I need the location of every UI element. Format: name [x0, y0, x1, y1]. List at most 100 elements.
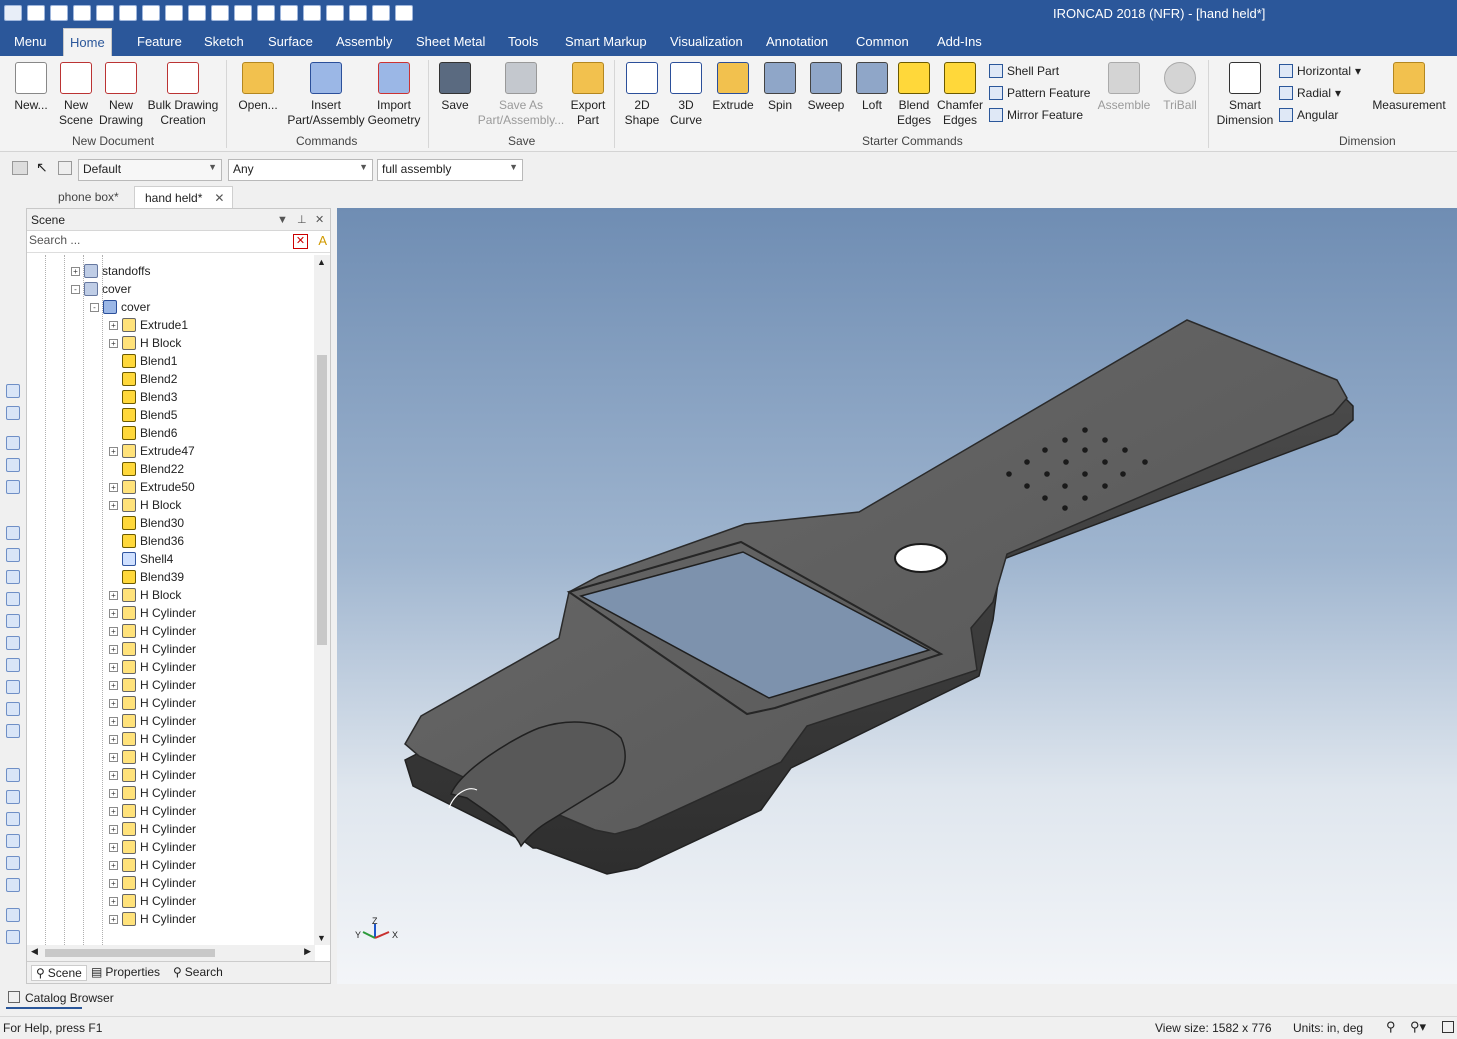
chamfer-edges-button[interactable]: Chamfer Edges [936, 62, 984, 128]
tree-item[interactable]: + H Block [109, 586, 181, 604]
tree-item[interactable]: + H Cylinder [109, 622, 196, 640]
tree-item[interactable]: Blend39 [109, 568, 184, 586]
sweep-button[interactable]: Sweep [804, 62, 848, 113]
catalog-browser-label[interactable]: Catalog Browser [25, 991, 114, 1005]
expand-icon[interactable]: + [109, 752, 118, 762]
tree-item[interactable]: + H Cylinder [109, 658, 196, 676]
tree-item[interactable]: + H Block [109, 334, 181, 352]
expand-icon[interactable]: + [109, 338, 118, 348]
scope-combo[interactable]: full assembly ▼ [377, 159, 523, 181]
tab-home[interactable]: Home [63, 28, 112, 56]
expand-icon[interactable]: + [109, 824, 118, 834]
insert-part-button[interactable]: Insert Part/Assembly [286, 62, 366, 128]
triball-button[interactable]: TriBall [1158, 62, 1202, 113]
tree-item[interactable]: + H Cylinder [109, 910, 196, 928]
scroll-right-icon[interactable]: ▶ [304, 946, 311, 957]
pin-icon[interactable]: ⊥ [297, 209, 307, 231]
measure-icon[interactable] [6, 790, 20, 804]
expand-icon[interactable]: + [109, 626, 118, 636]
open-button[interactable]: Open... [236, 62, 280, 113]
tree-item[interactable]: Blend2 [109, 370, 177, 388]
panel-icon[interactable] [349, 5, 367, 21]
tree-item[interactable]: + H Cylinder [109, 802, 196, 820]
3d-curve-button[interactable]: 3D Curve [664, 62, 708, 128]
open-icon[interactable] [119, 5, 137, 21]
tab-menu[interactable]: Menu [8, 28, 53, 56]
bulk-drawing-button[interactable]: Bulk Drawing Creation [146, 62, 220, 128]
expand-icon[interactable]: + [109, 914, 118, 924]
expand-icon[interactable]: + [109, 878, 118, 888]
expand-icon[interactable]: + [109, 320, 118, 330]
expand-icon[interactable]: + [71, 266, 80, 276]
tree-item[interactable]: + Extrude50 [109, 478, 195, 496]
block-icon[interactable] [6, 592, 20, 606]
block-icon[interactable] [6, 570, 20, 584]
new-drawing-button[interactable]: New Drawing [98, 62, 144, 128]
tree-item[interactable]: + H Cylinder [109, 712, 196, 730]
assembly-icon[interactable] [211, 5, 229, 21]
save-all-icon[interactable] [165, 5, 183, 21]
zoom-options-icon[interactable]: ⚲▾ [1410, 1019, 1426, 1035]
measure-icon[interactable] [6, 930, 20, 944]
expand-icon[interactable]: + [109, 608, 118, 618]
assemble-button[interactable]: Assemble [1096, 62, 1152, 113]
expand-icon[interactable]: + [109, 698, 118, 708]
tree-item[interactable]: Blend3 [109, 388, 177, 406]
redo-icon[interactable] [257, 5, 275, 21]
smart-dimension-button[interactable]: Smart Dimension [1214, 62, 1276, 128]
tab-surface[interactable]: Surface [262, 28, 319, 56]
new-drawing-icon[interactable] [50, 5, 68, 21]
radial-button[interactable]: Radial ▾ [1279, 86, 1341, 100]
new-scene-icon[interactable] [73, 5, 91, 21]
tab-add-ins[interactable]: Add-Ins [931, 28, 988, 56]
block-icon[interactable] [6, 526, 20, 540]
measure-icon[interactable] [6, 878, 20, 892]
tab-scene[interactable]: ⚲ Scene [31, 965, 87, 981]
tree-item[interactable]: + H Cylinder [109, 694, 196, 712]
block-icon[interactable] [6, 724, 20, 738]
measure-icon[interactable] [6, 834, 20, 848]
close-icon[interactable]: ✕ [315, 209, 324, 231]
tree-item[interactable]: Blend30 [109, 514, 184, 532]
tree-item[interactable]: + H Cylinder [109, 874, 196, 892]
undo-icon[interactable] [234, 5, 252, 21]
block-icon[interactable] [6, 702, 20, 716]
expand-icon[interactable]: + [109, 788, 118, 798]
expand-icon[interactable]: + [109, 482, 118, 492]
2d-shape-button[interactable]: 2D Shape [620, 62, 664, 128]
horizontal-button[interactable]: Horizontal ▾ [1279, 64, 1361, 78]
tab-feature[interactable]: Feature [131, 28, 188, 56]
measure-icon[interactable] [6, 768, 20, 782]
layout-icon[interactable] [326, 5, 344, 21]
tool-icon[interactable] [6, 406, 20, 420]
tool-icon[interactable] [6, 384, 20, 398]
tree-item[interactable]: + H Cylinder [109, 640, 196, 658]
tab-assembly[interactable]: Assembly [330, 28, 398, 56]
expand-icon[interactable]: + [109, 662, 118, 672]
scroll-up-icon[interactable]: ▲ [317, 257, 326, 267]
search-options-icon[interactable]: A [318, 233, 327, 248]
zoom-icon[interactable]: ⚲ [1386, 1019, 1396, 1035]
block-icon[interactable] [6, 548, 20, 562]
measure-icon[interactable] [6, 812, 20, 826]
tree-item[interactable]: + H Block [109, 496, 181, 514]
export-part-button[interactable]: Export Part [568, 62, 608, 128]
collapse-icon[interactable]: - [90, 302, 99, 312]
catalog-browser-bar[interactable]: Catalog Browser [0, 986, 1457, 1010]
clear-search-icon[interactable]: ✕ [293, 234, 308, 249]
tree-item[interactable]: + Extrude1 [109, 316, 188, 334]
save-icon[interactable] [142, 5, 160, 21]
tool-icon[interactable] [6, 480, 20, 494]
block-icon[interactable] [6, 680, 20, 694]
tree-item[interactable]: + H Cylinder [109, 766, 196, 784]
collapse-icon[interactable]: - [71, 284, 80, 294]
expand-icon[interactable]: + [109, 842, 118, 852]
scroll-down-icon[interactable]: ▼ [317, 933, 326, 943]
horizontal-scroll-thumb[interactable] [45, 949, 215, 957]
tree-item[interactable]: + H Cylinder [109, 784, 196, 802]
save-button[interactable]: Save [436, 62, 474, 113]
tool-icon[interactable] [6, 436, 20, 450]
horizontal-scrollbar[interactable]: ◀ ▶ [27, 945, 315, 961]
doc-tab-phone-box[interactable]: phone box* [48, 186, 129, 208]
scene-search[interactable]: Search ... ✕ A [27, 231, 330, 253]
